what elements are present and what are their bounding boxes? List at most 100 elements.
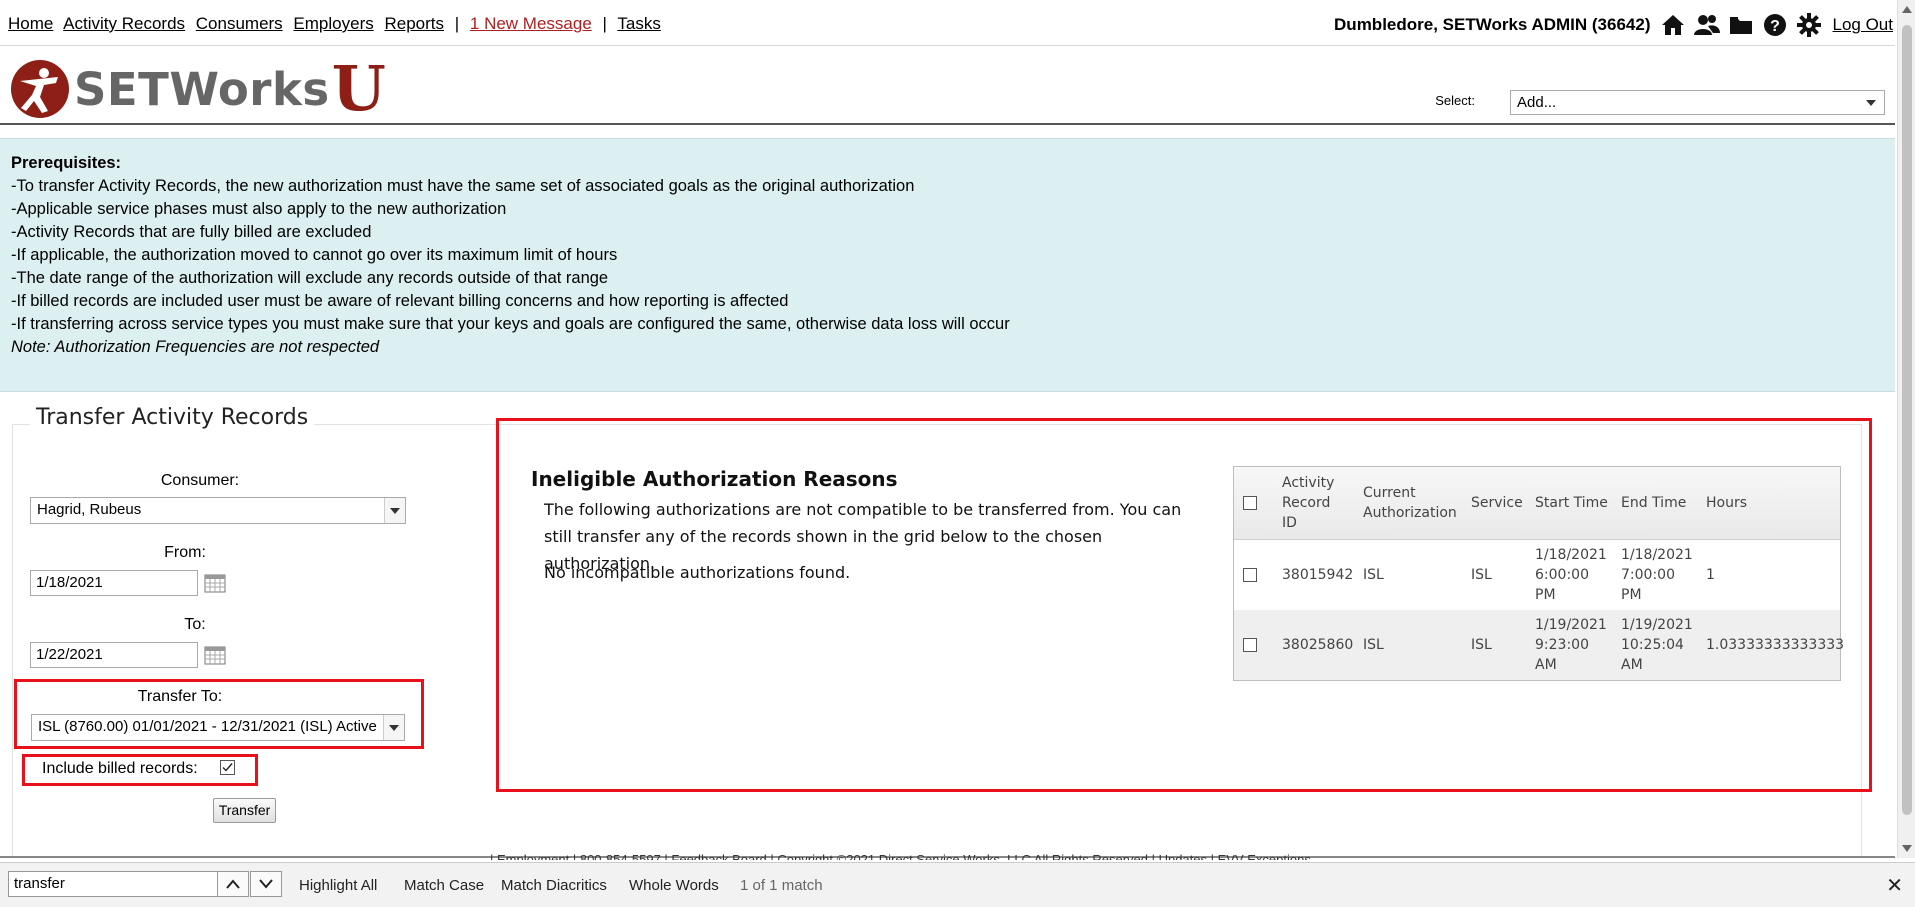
header-line: Authorization [1363,505,1457,521]
grid-header: Activity Record ID Current Authorization… [1234,467,1840,540]
user-name: Dumbledore, SETWorks ADMIN (36642) [1334,15,1651,34]
prerequisite-line: -Applicable service phases must also app… [11,200,507,218]
nav-consumers-link[interactable]: Consumers [196,14,283,33]
cell-line: 6:00:00 [1535,567,1589,583]
prerequisites-panel: Prerequisites: -To transfer Activity Rec… [0,138,1895,392]
to-date-input[interactable]: 1/22/2021 [30,642,198,668]
cell-service: ISL [1471,567,1492,583]
cell-authorization: ISL [1363,567,1384,583]
nav-separator: | [454,14,460,33]
whole-words-option[interactable]: Whole Words [629,877,719,894]
home-icon[interactable] [1659,12,1687,38]
prerequisite-line: -The date range of the authorization wil… [11,269,609,287]
cell-line: 10:25:04 [1621,637,1684,653]
cell-end-time: 1/18/2021 7:00:00 PM [1621,545,1693,605]
cell-line: AM [1621,657,1643,673]
row-checkbox[interactable] [1243,638,1257,652]
close-icon[interactable]: ✕ [1886,873,1903,898]
user-area: Dumbledore, SETWorks ADMIN (36642) ? Log… [1334,12,1893,38]
consumer-label: Consumer: [160,472,240,489]
logout-link[interactable]: Log Out [1833,15,1894,35]
cell-line: 1/19/2021 [1535,617,1607,633]
prerequisite-line: -If applicable, the authorization moved … [11,246,618,264]
scrollbar-thumb[interactable] [1902,25,1912,815]
brand-logo[interactable]: SETWorks U [10,58,386,120]
from-date-input[interactable]: 1/18/2021 [30,570,198,596]
column-header-activity-record-id[interactable]: Activity Record ID [1282,473,1334,533]
from-label: From: [164,544,206,561]
nav-employers-link[interactable]: Employers [293,14,373,33]
match-diacritics-option[interactable]: Match Diacritics [501,877,607,894]
include-billed-checkbox[interactable] [220,760,235,780]
nav-separator: | [602,14,607,33]
column-header-current-authorization[interactable]: Current Authorization [1363,483,1457,523]
consumer-select[interactable]: Hagrid, Rubeus [30,497,406,524]
table-row[interactable]: 38025860 ISL ISL 1/19/2021 9:23:00 AM 1/… [1234,610,1844,680]
folder-icon[interactable] [1727,12,1755,38]
chevron-up-icon [226,879,240,889]
nav-links: Home Activity Records Consumers Employer… [8,14,667,34]
add-select-value: Add... [1517,94,1557,111]
nav-tasks-link[interactable]: Tasks [617,14,660,33]
calendar-icon[interactable] [204,573,226,598]
row-checkbox[interactable] [1243,568,1257,582]
chevron-down-icon[interactable] [383,715,404,740]
scroll-down-icon[interactable] [1902,845,1912,852]
footer-text: | Employment | 800-854-5597 | Feedback B… [490,852,1311,860]
transfer-to-select[interactable]: ISL (8760.00) 01/01/2021 - 12/31/2021 (I… [31,714,405,741]
to-label: To: [184,616,206,633]
select-all-checkbox[interactable] [1243,496,1257,510]
column-header-end-time[interactable]: End Time [1621,493,1686,513]
nav-activity-records-link[interactable]: Activity Records [63,14,185,33]
transfer-panel-title: Transfer Activity Records [30,405,315,430]
ineligible-title: Ineligible Authorization Reasons [531,467,898,491]
scroll-up-icon[interactable] [1902,6,1912,13]
page-scrollbar[interactable] [1897,0,1915,858]
records-grid: Activity Record ID Current Authorization… [1233,466,1844,681]
transfer-button[interactable]: Transfer [213,798,276,823]
prerequisite-line: -Activity Records that are fully billed … [11,223,372,241]
find-bar: transfer Highlight All Match Case Match … [0,862,1915,907]
find-next-button[interactable] [250,871,282,897]
find-input[interactable]: transfer [8,871,218,897]
table-row[interactable]: 38015942 ISL ISL 1/18/2021 6:00:00 PM 1/… [1234,540,1840,610]
cell-line: PM [1535,587,1556,603]
calendar-icon[interactable] [204,645,226,670]
users-icon[interactable] [1693,12,1721,38]
cell-start-time: 1/18/2021 6:00:00 PM [1535,545,1607,605]
cell-authorization: ISL [1363,637,1384,653]
cell-line: 9:23:00 [1535,637,1589,653]
header-line: Activity [1282,475,1335,491]
find-previous-button[interactable] [217,871,249,897]
cell-line: AM [1535,657,1557,673]
prerequisite-note: Note: Authorization Frequencies are not … [11,338,380,356]
transfer-to-value: ISL (8760.00) 01/01/2021 - 12/31/2021 (I… [38,718,377,735]
highlight-all-option[interactable]: Highlight All [299,877,377,894]
nav-home-link[interactable]: Home [8,14,53,33]
help-icon[interactable]: ? [1761,12,1789,38]
nav-reports-link[interactable]: Reports [384,14,444,33]
nav-new-message-link[interactable]: 1 New Message [470,14,592,33]
svg-text:?: ? [1770,18,1780,35]
gear-icon[interactable] [1795,12,1823,38]
cell-start-time: 1/19/2021 9:23:00 AM [1535,615,1607,675]
add-select[interactable]: Add... [1510,90,1885,115]
cell-line: 7:00:00 [1621,567,1675,583]
prerequisite-line: -If billed records are included user mus… [11,292,789,310]
consumer-value: Hagrid, Rubeus [37,501,142,518]
cell-record-id: 38025860 [1282,637,1354,653]
cell-line: PM [1621,587,1642,603]
prerequisite-line: -To transfer Activity Records, the new a… [11,177,915,195]
chevron-down-icon[interactable] [384,498,405,523]
column-header-hours[interactable]: Hours [1706,493,1747,513]
include-billed-label: Include billed records: [42,760,198,777]
match-case-option[interactable]: Match Case [404,877,484,894]
column-header-service[interactable]: Service [1471,493,1523,513]
prerequisites-title: Prerequisites: [11,154,122,172]
ineligible-none-text: No incompatible authorizations found. [544,563,851,582]
transfer-to-label: Transfer To: [137,688,223,705]
prerequisite-line: -If transferring across service types yo… [11,315,1010,333]
top-nav: Home Activity Records Consumers Employer… [0,0,1895,46]
cell-end-time: 1/19/2021 10:25:04 AM [1621,615,1693,675]
column-header-start-time[interactable]: Start Time [1535,493,1608,513]
